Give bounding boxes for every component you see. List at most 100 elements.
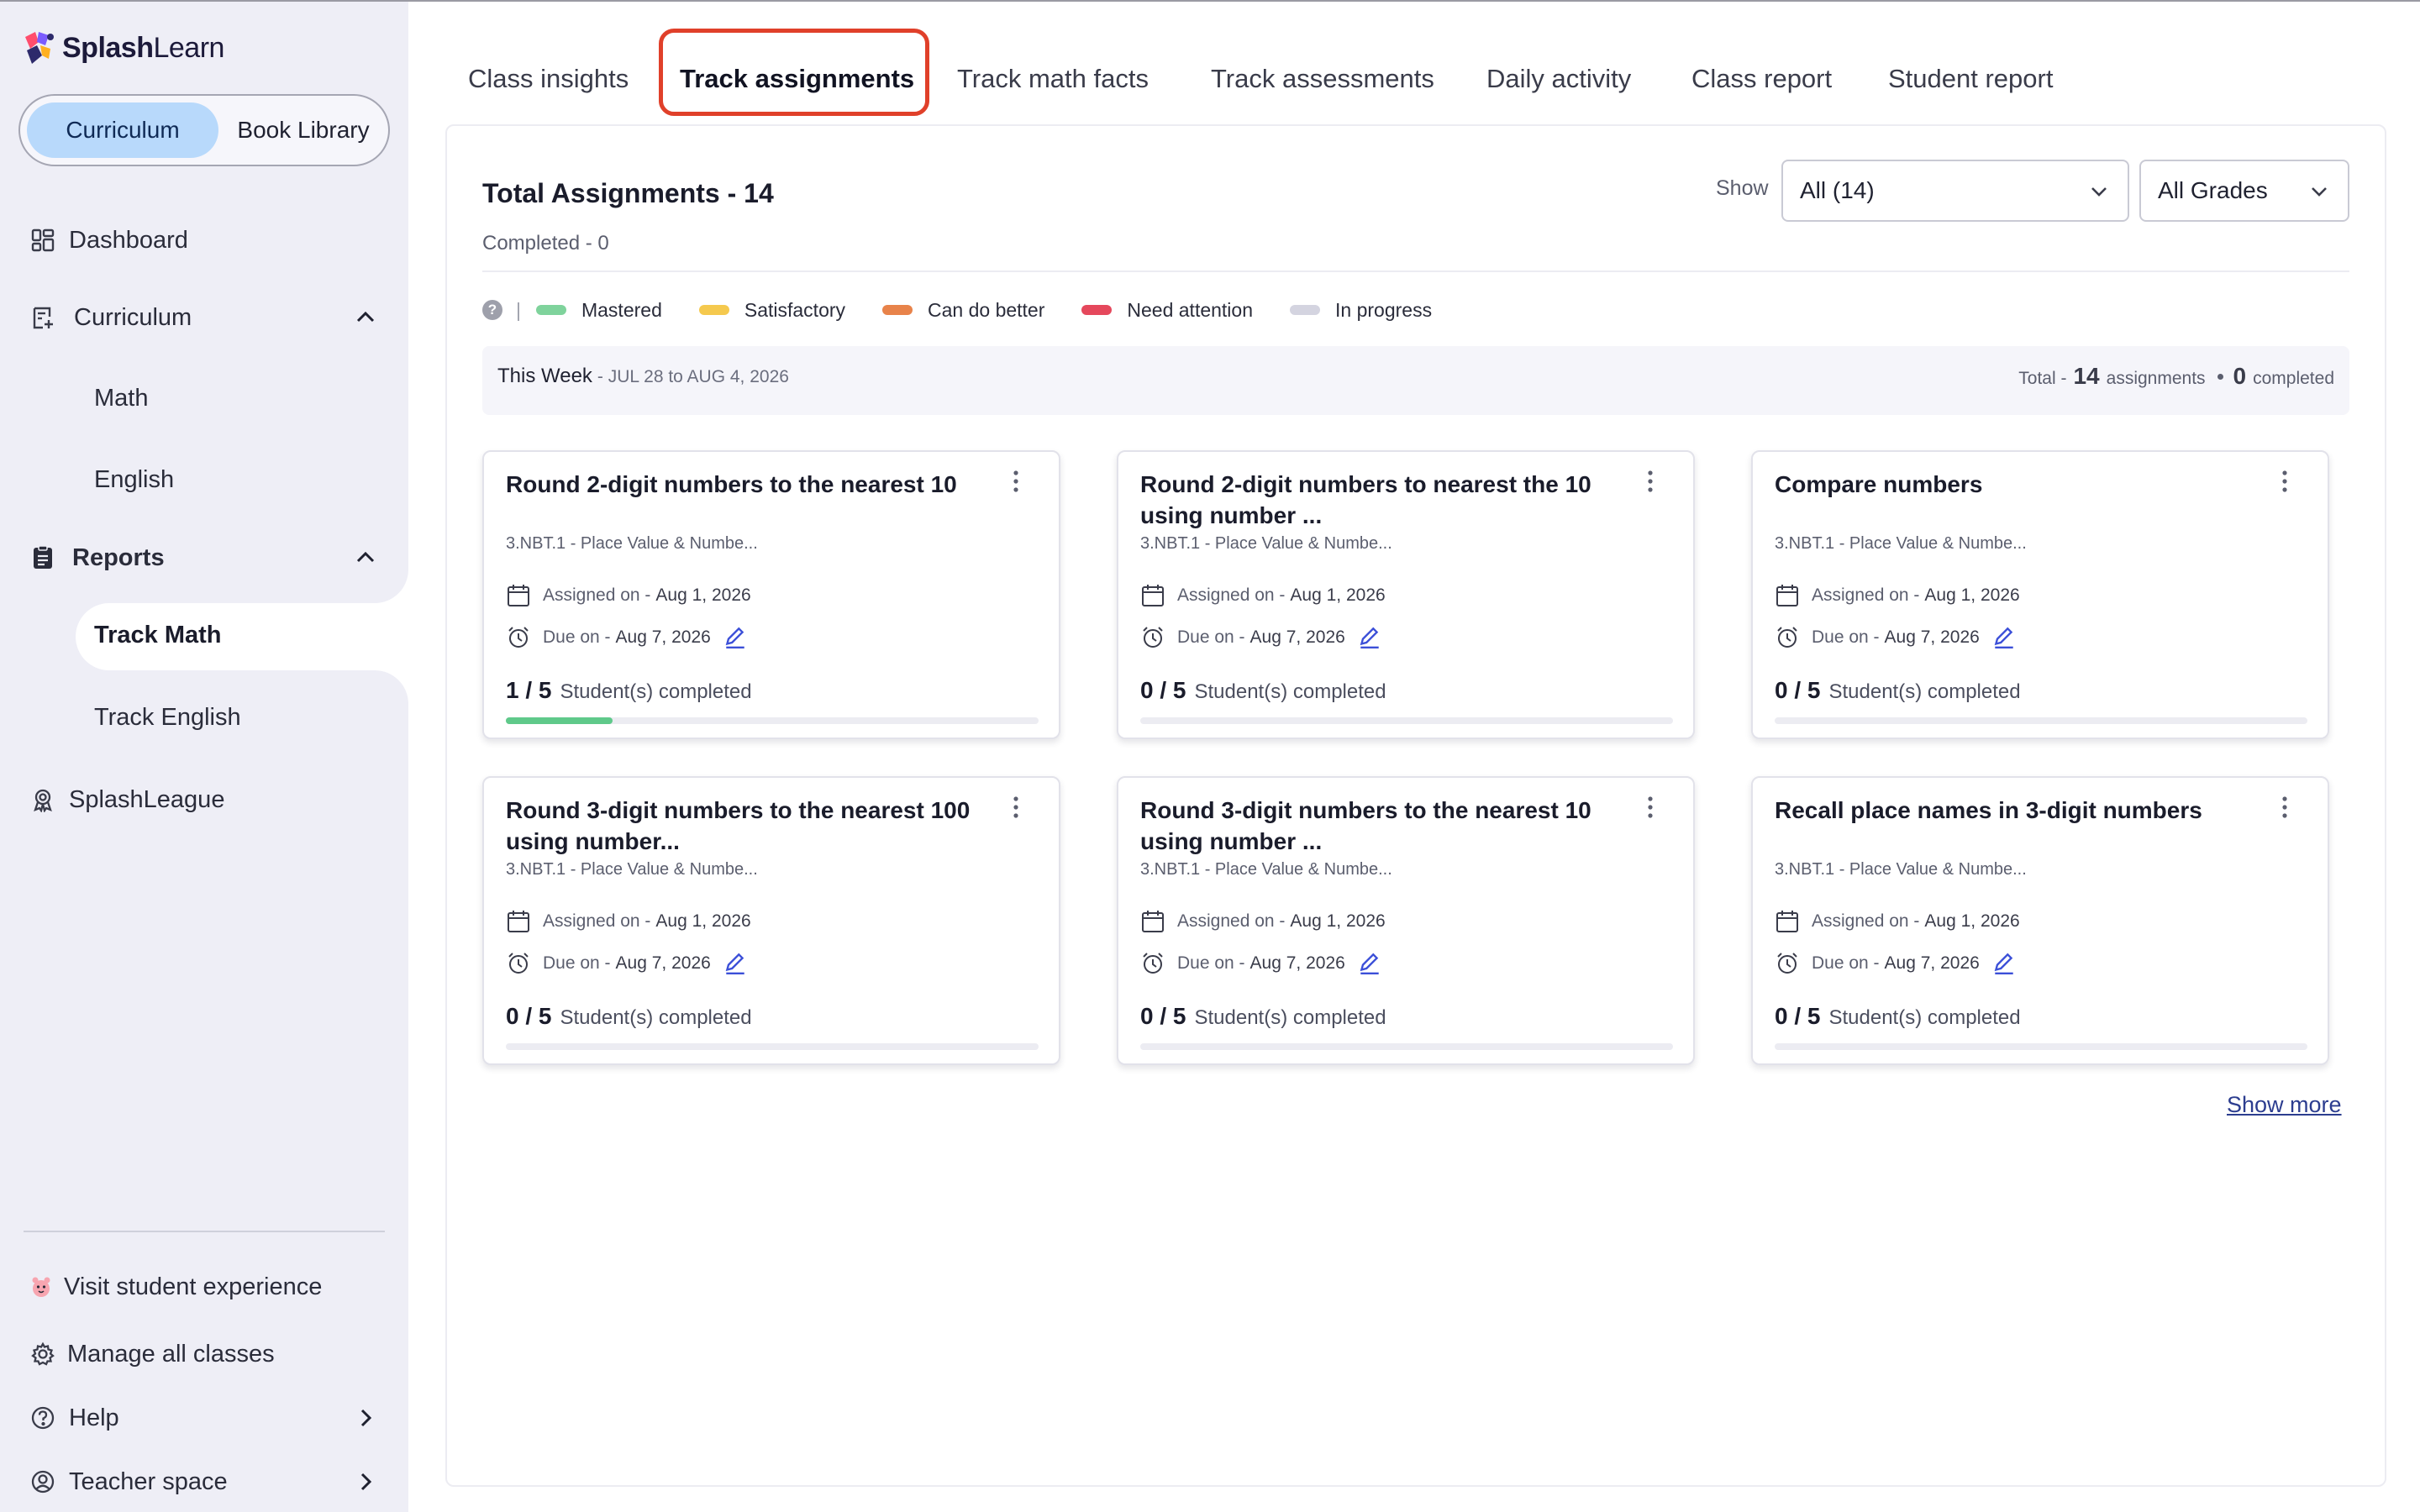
sidebar-item-label: Visit student experience — [64, 1273, 323, 1300]
assignment-card[interactable]: Round 3-digit numbers to the nearest 100… — [482, 776, 1060, 1065]
chevron-up-icon[interactable] — [351, 543, 380, 572]
sidebar-item-dashboard[interactable]: Dashboard — [0, 210, 408, 270]
alarm-clock-icon — [508, 627, 529, 648]
sidebar-item-splashleague[interactable]: SplashLeague — [0, 769, 408, 830]
assigned-date: Aug 1, 2026 — [1290, 585, 1386, 605]
week-summary-bar: This Week - JUL 28 to AUG 4, 2026 Total -… — [482, 346, 2349, 415]
assignment-card[interactable]: Recall place names in 3-digit numbers 3.N… — [1751, 776, 2329, 1065]
tab-daily-activity[interactable]: Daily activity — [1486, 64, 1631, 94]
sidebar-divider — [24, 1231, 385, 1232]
chevron-up-icon[interactable] — [351, 303, 380, 332]
completion-label: Student(s) completed — [1194, 1006, 1386, 1029]
sidebar-item-manage-classes[interactable]: Manage all classes — [0, 1324, 408, 1384]
edit-pencil-icon[interactable] — [1991, 625, 2017, 650]
completion-label: Student(s) completed — [1828, 680, 2021, 703]
assignment-title[interactable]: Round 2-digit numbers to the nearest 10 — [506, 469, 1018, 500]
status-filter-select[interactable]: All (14) — [1781, 160, 2129, 222]
edit-pencil-icon[interactable] — [1357, 625, 1382, 650]
assignment-title[interactable]: Recall place names in 3-digit numbers — [1775, 795, 2287, 826]
grade-filter-select[interactable]: All Grades — [2139, 160, 2349, 222]
header-divider — [482, 270, 2349, 272]
chevron-right-icon[interactable] — [351, 1404, 380, 1432]
sidebar-item-teacher-space[interactable]: Teacher space — [0, 1452, 408, 1512]
more-options-icon[interactable] — [1010, 795, 1022, 820]
legend-label: Need attention — [1127, 298, 1254, 321]
calendar-icon — [508, 585, 529, 606]
assignment-standard: 3.NBT.1 - Place Value & Numbe... — [1775, 860, 2027, 879]
library-toggle: Curriculum Book Library — [18, 94, 390, 166]
more-options-icon[interactable] — [1644, 795, 1656, 820]
show-more-link[interactable]: Show more — [2227, 1092, 2342, 1118]
splashlearn-logo[interactable]: SplashLearn — [18, 27, 224, 69]
sidebar-item-visit-student[interactable]: Visit student experience — [0, 1257, 408, 1317]
more-options-icon[interactable] — [2279, 469, 2291, 494]
tab-track-assignments[interactable]: Track assignments — [680, 64, 914, 94]
assignment-standard: 3.NBT.1 - Place Value & Numbe... — [506, 860, 758, 879]
tab-track-math-facts[interactable]: Track math facts — [957, 64, 1149, 94]
stats-separator-dot — [2217, 373, 2223, 380]
assignment-card[interactable]: Round 3-digit numbers to the nearest 10 … — [1117, 776, 1695, 1065]
sidebar-item-track-english[interactable]: Track English — [94, 704, 241, 732]
total-assignments-title: Total Assignments - 14 — [482, 178, 774, 208]
legend-label: In progress — [1335, 298, 1433, 321]
sidebar-item-label: Curriculum — [74, 303, 192, 331]
completion-text: 0 / 5 Student(s) completed — [1775, 1003, 2021, 1030]
sidebar-item-label: SplashLeague — [69, 785, 225, 813]
sidebar-item-help[interactable]: Help — [0, 1388, 408, 1448]
calendar-icon — [1142, 585, 1164, 606]
assigned-date-row: Assigned on - Aug 1, 2026 — [506, 583, 751, 608]
more-options-icon[interactable] — [1010, 469, 1022, 494]
tab-track-assessments[interactable]: Track assessments — [1211, 64, 1434, 94]
assigned-label: Assigned on - — [1812, 585, 1920, 605]
sidebar-item-math[interactable]: Math — [94, 385, 148, 412]
tab-class-report[interactable]: Class report — [1691, 64, 1832, 94]
grade-filter-value: All Grades — [2158, 177, 2268, 203]
completion-count: 1 / 5 — [506, 677, 552, 703]
chevron-right-icon[interactable] — [351, 1467, 380, 1496]
sidebar-item-reports[interactable]: Reports — [0, 528, 408, 588]
completion-text: 0 / 5 Student(s) completed — [1775, 677, 2021, 704]
completion-text: 0 / 5 Student(s) completed — [1140, 677, 1386, 704]
assignment-card[interactable]: Round 2-digit numbers to nearest the 10 … — [1117, 450, 1695, 739]
assignment-standard: 3.NBT.1 - Place Value & Numbe... — [1140, 534, 1392, 553]
due-label: Due on - — [543, 953, 611, 973]
sidebar-item-track-math[interactable]: Track Math — [76, 603, 408, 670]
book-library-toggle-button[interactable]: Book Library — [224, 102, 383, 158]
edit-pencil-icon[interactable] — [723, 625, 748, 650]
sidebar-item-label: Help — [69, 1404, 119, 1431]
alarm-clock-icon — [1777, 627, 1797, 648]
legend-help-icon[interactable]: ? — [482, 300, 502, 320]
due-date-row: Due on - Aug 7, 2026 — [1775, 625, 2028, 650]
edit-pencil-icon[interactable] — [1357, 951, 1382, 976]
due-date-row: Due on - Aug 7, 2026 — [506, 625, 760, 650]
sidebar-item-curriculum[interactable]: Curriculum — [0, 287, 408, 348]
assignment-card[interactable]: Round 2-digit numbers to the nearest 10 3… — [482, 450, 1060, 739]
more-options-icon[interactable] — [2279, 795, 2291, 820]
completion-label: Student(s) completed — [1194, 680, 1386, 703]
completion-count: 0 / 5 — [1775, 1003, 1821, 1029]
assigned-date-row: Assigned on - Aug 1, 2026 — [1140, 583, 1386, 608]
reports-icon — [29, 543, 57, 572]
more-options-icon[interactable] — [1644, 469, 1656, 494]
week-total-count: 14 — [2073, 363, 2100, 389]
edit-pencil-icon[interactable] — [1991, 951, 2017, 976]
curriculum-toggle-button[interactable]: Curriculum — [27, 102, 218, 158]
legend-separator: | — [516, 298, 521, 321]
assignment-title[interactable]: Round 2-digit numbers to nearest the 10 … — [1140, 469, 1653, 531]
assignment-card[interactable]: Compare numbers 3.NBT.1 - Place Value & N… — [1751, 450, 2329, 739]
completion-progress-bar — [1140, 1043, 1673, 1050]
legend-label: Mastered — [581, 298, 662, 321]
completion-text: 0 / 5 Student(s) completed — [506, 1003, 752, 1030]
tab-student-report[interactable]: Student report — [1888, 64, 2053, 94]
chevron-down-icon — [2312, 187, 2327, 197]
assignment-title[interactable]: Round 3-digit numbers to the nearest 10 … — [1140, 795, 1653, 857]
edit-pencil-icon[interactable] — [723, 951, 748, 976]
due-date-row: Due on - Aug 7, 2026 — [1775, 951, 2028, 976]
sidebar-item-english[interactable]: English — [94, 466, 174, 494]
completion-text: 0 / 5 Student(s) completed — [1140, 1003, 1386, 1030]
tab-class-insights[interactable]: Class insights — [468, 64, 629, 94]
assignment-title[interactable]: Compare numbers — [1775, 469, 2287, 500]
assignment-title[interactable]: Round 3-digit numbers to the nearest 100… — [506, 795, 1018, 857]
assigned-label: Assigned on - — [1177, 585, 1286, 605]
performance-legend: ? | Mastered Satisfactory Can do better … — [482, 297, 1469, 323]
